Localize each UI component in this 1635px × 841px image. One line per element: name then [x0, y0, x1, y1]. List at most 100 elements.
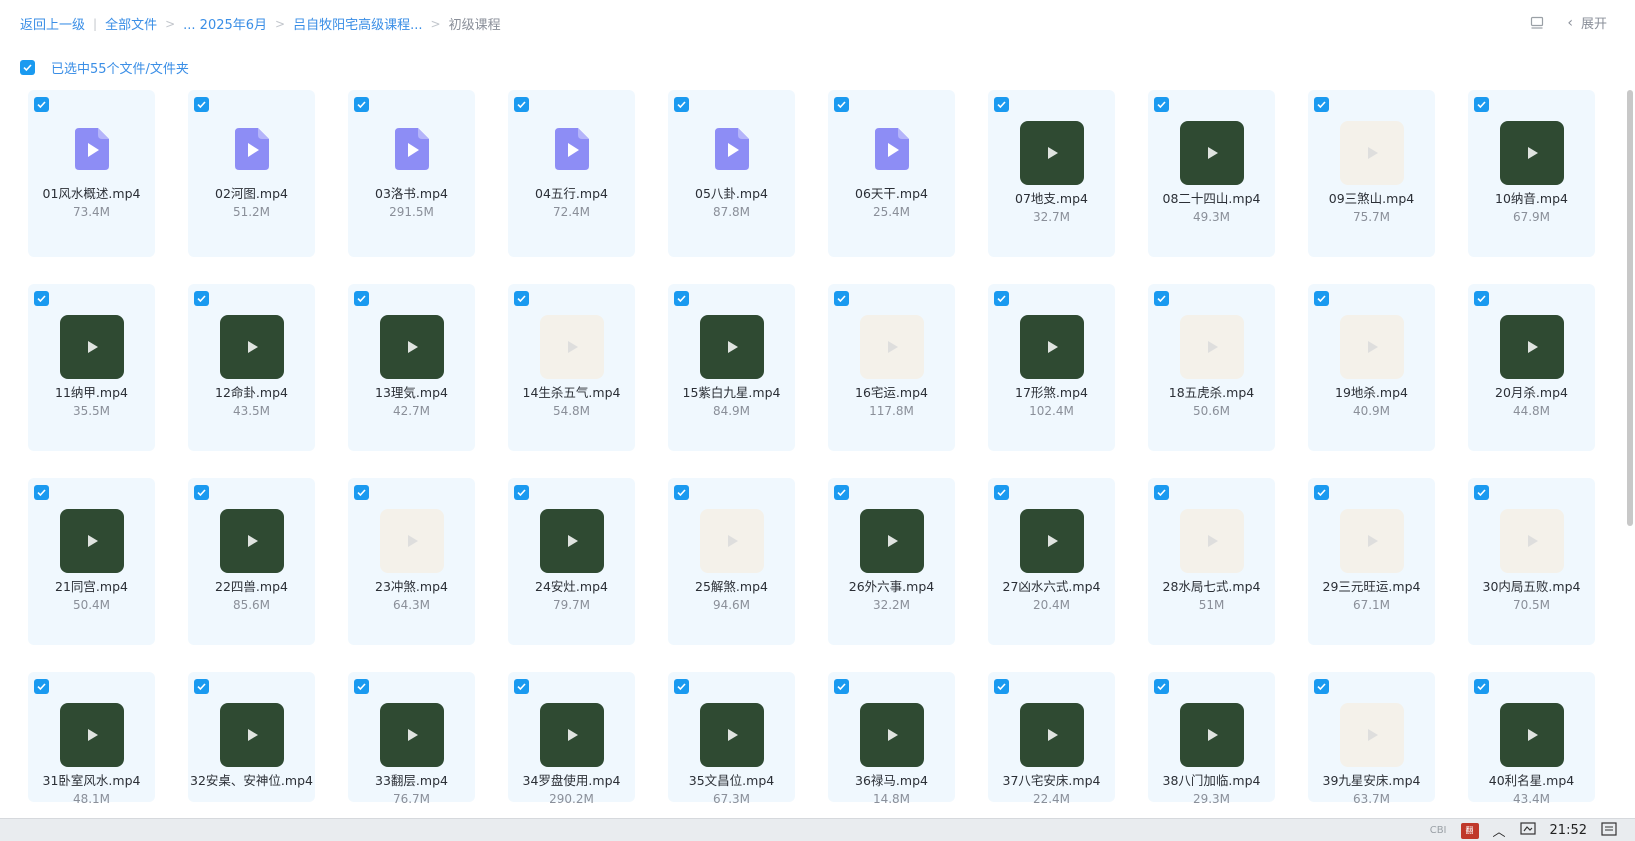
- file-checkbox[interactable]: [1154, 291, 1169, 306]
- file-name: 40利名星.mp4: [1488, 773, 1575, 788]
- file-checkbox[interactable]: [674, 679, 689, 694]
- file-checkbox[interactable]: [1474, 97, 1489, 112]
- video-thumbnail: [220, 703, 284, 767]
- clock: 21:52: [1549, 823, 1587, 838]
- file-checkbox[interactable]: [1314, 485, 1329, 500]
- file-checkbox[interactable]: [514, 485, 529, 500]
- file-checkbox[interactable]: [194, 679, 209, 694]
- file-tile[interactable]: 25解煞.mp4 94.6M: [668, 478, 795, 645]
- file-tile[interactable]: 40利名星.mp4 43.4M: [1468, 672, 1595, 806]
- file-tile[interactable]: 17形煞.mp4 102.4M: [988, 284, 1115, 451]
- file-tile[interactable]: 26外六事.mp4 32.2M: [828, 478, 955, 645]
- file-tile[interactable]: 30内局五败.mp4 70.5M: [1468, 478, 1595, 645]
- file-tile[interactable]: 29三元旺运.mp4 67.1M: [1308, 478, 1435, 645]
- app-badge-icon[interactable]: 翻: [1460, 822, 1479, 839]
- file-tile[interactable]: 37八宅安床.mp4 22.4M: [988, 672, 1115, 806]
- file-checkbox[interactable]: [354, 97, 369, 112]
- file-checkbox[interactable]: [834, 291, 849, 306]
- file-tile[interactable]: 07地支.mp4 32.7M: [988, 90, 1115, 257]
- file-checkbox[interactable]: [354, 679, 369, 694]
- network-icon[interactable]: [1519, 821, 1536, 840]
- file-checkbox[interactable]: [1314, 97, 1329, 112]
- file-checkbox[interactable]: [1314, 291, 1329, 306]
- file-checkbox[interactable]: [994, 679, 1009, 694]
- file-checkbox[interactable]: [514, 291, 529, 306]
- file-tile[interactable]: 20月杀.mp4 44.8M: [1468, 284, 1595, 451]
- file-tile[interactable]: 24安灶.mp4 79.7M: [508, 478, 635, 645]
- file-checkbox[interactable]: [834, 97, 849, 112]
- file-checkbox[interactable]: [1154, 485, 1169, 500]
- file-tile[interactable]: 04五行.mp4 72.4M: [508, 90, 635, 257]
- video-file-icon: [395, 128, 429, 170]
- video-thumbnail: [540, 703, 604, 767]
- file-tile[interactable]: 06天干.mp4 25.4M: [828, 90, 955, 257]
- file-tile[interactable]: 11纳甲.mp4 35.5M: [28, 284, 155, 451]
- notification-icon[interactable]: [1601, 821, 1617, 840]
- file-tile[interactable]: 33翻层.mp4 76.7M: [348, 672, 475, 806]
- file-tile[interactable]: 18五虎杀.mp4 50.6M: [1148, 284, 1275, 451]
- file-tile[interactable]: 19地杀.mp4 40.9M: [1308, 284, 1435, 451]
- file-checkbox[interactable]: [514, 679, 529, 694]
- file-tile[interactable]: 16宅运.mp4 117.8M: [828, 284, 955, 451]
- file-tile[interactable]: 32安桌、安神位.mp4: [188, 672, 315, 802]
- file-tile[interactable]: 23冲煞.mp4 64.3M: [348, 478, 475, 645]
- file-tile[interactable]: 36禄马.mp4 14.8M: [828, 672, 955, 806]
- file-checkbox[interactable]: [994, 291, 1009, 306]
- file-checkbox[interactable]: [1474, 485, 1489, 500]
- file-checkbox[interactable]: [674, 97, 689, 112]
- video-thumbnail: [1180, 315, 1244, 379]
- file-checkbox[interactable]: [194, 291, 209, 306]
- file-checkbox[interactable]: [1314, 679, 1329, 694]
- file-tile[interactable]: 08二十四山.mp4 49.3M: [1148, 90, 1275, 257]
- file-checkbox[interactable]: [1474, 291, 1489, 306]
- file-checkbox[interactable]: [34, 291, 49, 306]
- file-tile[interactable]: 34罗盘使用.mp4 290.2M: [508, 672, 635, 806]
- scrollbar[interactable]: [1627, 90, 1633, 526]
- file-tile[interactable]: 39九星安床.mp4 63.7M: [1308, 672, 1435, 806]
- file-tile[interactable]: 38八门加临.mp4 29.3M: [1148, 672, 1275, 806]
- file-tile[interactable]: 15紫白九星.mp4 84.9M: [668, 284, 795, 451]
- file-size: 48.1M: [72, 792, 111, 806]
- file-tile[interactable]: 05八卦.mp4 87.8M: [668, 90, 795, 257]
- file-checkbox[interactable]: [514, 97, 529, 112]
- file-checkbox[interactable]: [1474, 679, 1489, 694]
- file-tile[interactable]: 09三煞山.mp4 75.7M: [1308, 90, 1435, 257]
- file-checkbox[interactable]: [994, 485, 1009, 500]
- file-checkbox[interactable]: [354, 485, 369, 500]
- file-checkbox[interactable]: [674, 291, 689, 306]
- file-tile[interactable]: 35文昌位.mp4 67.3M: [668, 672, 795, 806]
- file-checkbox[interactable]: [994, 97, 1009, 112]
- file-tile[interactable]: 28水局七式.mp4 51M: [1148, 478, 1275, 645]
- file-tile[interactable]: 01风水概述.mp4 73.4M: [28, 90, 155, 257]
- play-icon: [568, 729, 578, 741]
- play-icon: [1368, 535, 1378, 547]
- file-checkbox[interactable]: [834, 485, 849, 500]
- file-tile[interactable]: 14生杀五气.mp4 54.8M: [508, 284, 635, 451]
- file-checkbox[interactable]: [34, 485, 49, 500]
- file-checkbox[interactable]: [1154, 679, 1169, 694]
- file-checkbox[interactable]: [194, 485, 209, 500]
- file-tile[interactable]: 13理気.mp4 42.7M: [348, 284, 475, 451]
- file-tile[interactable]: 12命卦.mp4 43.5M: [188, 284, 315, 451]
- file-tile[interactable]: 31卧室风水.mp4 48.1M: [28, 672, 155, 806]
- chevron-up-icon[interactable]: ︿: [1493, 821, 1506, 840]
- file-tile[interactable]: 02河图.mp4 51.2M: [188, 90, 315, 257]
- file-checkbox[interactable]: [674, 485, 689, 500]
- file-checkbox[interactable]: [834, 679, 849, 694]
- file-tile[interactable]: 10纳音.mp4 67.9M: [1468, 90, 1595, 257]
- file-tile[interactable]: 03洛书.mp4 291.5M: [348, 90, 475, 257]
- file-checkbox[interactable]: [354, 291, 369, 306]
- file-size: 85.6M: [232, 598, 271, 612]
- file-checkbox[interactable]: [34, 97, 49, 112]
- file-name: 06天干.mp4: [855, 186, 928, 201]
- file-checkbox[interactable]: [194, 97, 209, 112]
- taskbar: CBI 翻 ︿ 21:52: [0, 818, 1635, 841]
- file-name: 10纳音.mp4: [1495, 191, 1568, 206]
- file-name: 09三煞山.mp4: [1328, 191, 1415, 206]
- file-size: 14.8M: [872, 792, 911, 806]
- file-tile[interactable]: 21同宫.mp4 50.4M: [28, 478, 155, 645]
- file-checkbox[interactable]: [34, 679, 49, 694]
- file-checkbox[interactable]: [1154, 97, 1169, 112]
- file-tile[interactable]: 27凶水六式.mp4 20.4M: [988, 478, 1115, 645]
- file-tile[interactable]: 22四兽.mp4 85.6M: [188, 478, 315, 645]
